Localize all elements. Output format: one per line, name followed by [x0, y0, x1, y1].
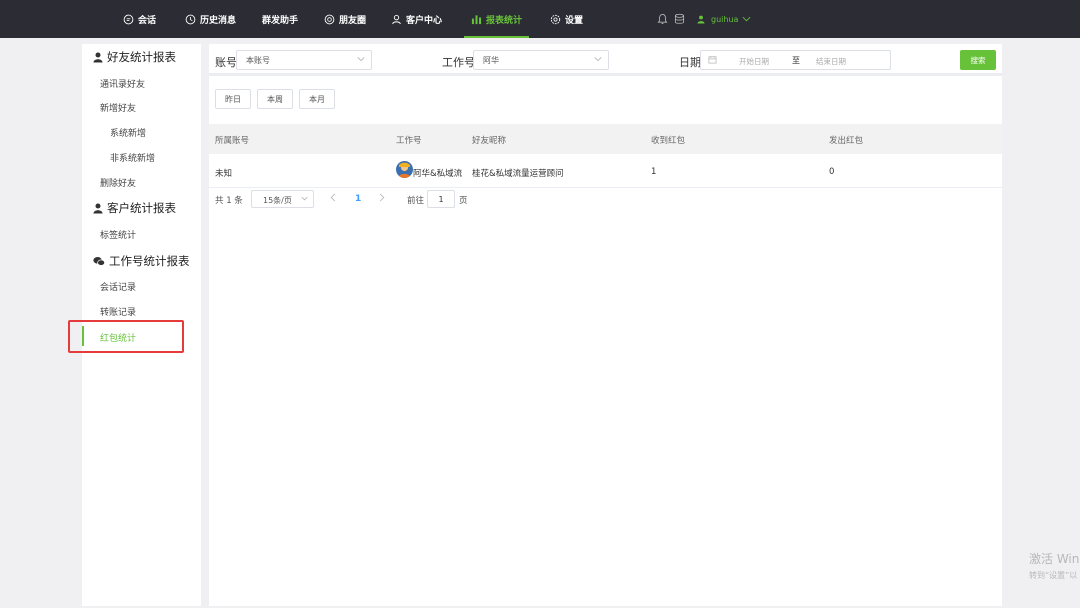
nav-item-moments[interactable]: 朋友圈	[324, 0, 366, 38]
date-range-picker[interactable]: 开始日期 至 结束日期	[700, 50, 891, 70]
prev-page-icon[interactable]	[330, 193, 336, 202]
quick-range-yesterday-button[interactable]: 昨日	[215, 89, 251, 109]
sidebar-group-title: 工作号统计报表	[109, 254, 190, 268]
quick-range-this-month-button[interactable]: 本月	[299, 89, 335, 109]
moments-icon	[324, 14, 335, 25]
database-icon[interactable]	[672, 12, 686, 26]
avatar	[396, 161, 413, 178]
account-select[interactable]: 本账号	[236, 50, 372, 70]
sidebar-item-new-friends[interactable]: 新增好友	[100, 101, 136, 114]
search-button[interactable]: 搜索	[960, 50, 996, 70]
wechat-icon	[93, 256, 105, 267]
cell-account: 未知	[215, 169, 233, 179]
column-header-work-account: 工作号	[396, 136, 422, 146]
bar-chart-icon	[471, 14, 482, 25]
goto-label: 前往	[407, 196, 425, 206]
nav-item-customer-center[interactable]: 客户中心	[391, 0, 442, 38]
quick-range-this-week-button[interactable]: 本周	[257, 89, 293, 109]
filter-bar: 账号 本账号 工作号 阿华 日期 开始日期 至 结束日期 搜索	[209, 44, 1002, 76]
chat-icon	[123, 14, 134, 25]
nav-item-label: 群发助手	[262, 15, 299, 26]
cell-sent-red-packets: 0	[829, 167, 835, 177]
top-nav-bar: 会话 历史消息 群发助手 朋友圈 客户中心 报表统计 设置 guihua	[0, 0, 1080, 38]
sidebar-group-title: 好友统计报表	[107, 50, 176, 64]
nav-item-chat[interactable]: 会话	[123, 0, 156, 38]
work-account-select[interactable]: 阿华	[473, 50, 609, 70]
active-indicator	[82, 326, 84, 346]
table-row: 未知 阿华&私域流 桂花&私域流量运营顾问 1 0	[209, 154, 1002, 188]
main-panel: 账号 本账号 工作号 阿华 日期 开始日期 至 结束日期 搜索 昨日 本周 本月	[209, 44, 1002, 606]
bell-icon[interactable]	[655, 12, 669, 26]
sidebar-group-friend-stats[interactable]: 好友统计报表	[93, 49, 176, 65]
column-header-received-red-packets: 收到红包	[651, 136, 686, 146]
sidebar-item-tag-stats[interactable]: 标签统计	[100, 228, 136, 241]
nav-item-label: 历史消息	[200, 15, 237, 26]
watermark-line-2: 转到“设置”以	[1029, 571, 1078, 580]
user-icon	[93, 203, 103, 214]
sidebar-item-contacts-friends[interactable]: 通讯录好友	[100, 77, 145, 90]
cell-friend-nickname: 桂花&私域流量运营顾问	[472, 169, 564, 179]
column-header-sent-red-packets: 发出红包	[829, 136, 864, 146]
sidebar-item-transfer-records[interactable]: 转账记录	[100, 305, 136, 318]
pagination: 共 1 条 15条/页 1 前往 1 页	[209, 189, 1002, 209]
pagination-total: 共 1 条	[215, 196, 243, 206]
page-size-value: 15条/页	[263, 196, 292, 205]
chevron-down-icon	[594, 56, 602, 62]
user-name: guihua	[711, 14, 739, 24]
nav-item-reports[interactable]: 报表统计	[463, 0, 530, 38]
user-icon	[93, 52, 103, 63]
clock-icon	[185, 14, 196, 25]
next-page-icon[interactable]	[379, 193, 385, 202]
chevron-down-icon	[357, 56, 365, 62]
chevron-down-icon	[301, 196, 308, 201]
nav-item-label: 设置	[565, 15, 584, 26]
user-icon	[697, 15, 705, 24]
nav-item-broadcast[interactable]: 群发助手	[262, 0, 298, 38]
account-select-value: 本账号	[246, 56, 270, 65]
cell-received-red-packets: 1	[651, 167, 657, 177]
nav-item-history[interactable]: 历史消息	[185, 0, 236, 38]
nav-item-label: 朋友圈	[339, 15, 367, 26]
windows-activation-watermark: 激活 Win 转到“设置”以	[1029, 550, 1079, 581]
sidebar-group-title: 客户统计报表	[107, 201, 176, 215]
work-account-label: 工作号	[442, 56, 475, 69]
nav-item-label: 会话	[138, 15, 157, 26]
column-header-friend-nickname: 好友昵称	[472, 136, 507, 146]
date-start-input[interactable]: 开始日期	[739, 56, 769, 67]
user-icon	[391, 14, 402, 25]
calendar-icon	[708, 55, 717, 64]
work-account-select-value: 阿华	[483, 56, 499, 65]
sidebar-group-customer-stats[interactable]: 客户统计报表	[93, 200, 176, 216]
date-end-input[interactable]: 结束日期	[816, 56, 846, 67]
sidebar-item-system-added[interactable]: 系统新增	[110, 126, 146, 139]
account-label: 账号	[215, 56, 237, 69]
table-header: 所属账号 工作号 好友昵称 收到红包 发出红包	[209, 124, 1002, 154]
date-label: 日期	[679, 56, 701, 69]
nav-item-settings[interactable]: 设置	[550, 0, 583, 38]
nav-item-label: 报表统计	[486, 15, 523, 26]
column-header-account: 所属账号	[215, 136, 250, 146]
nav-item-label: 客户中心	[406, 15, 443, 26]
watermark-line-1: 激活 Win	[1029, 552, 1080, 566]
page-unit-label: 页	[459, 196, 468, 206]
sidebar-item-label: 红包统计	[100, 334, 137, 344]
sidebar-item-non-system-added[interactable]: 非系统新增	[110, 151, 155, 164]
sidebar-item-red-packet-stats[interactable]: 红包统计	[82, 326, 201, 346]
cell-work-account: 阿华&私域流	[413, 169, 463, 179]
sidebar-item-chat-records[interactable]: 会话记录	[100, 280, 136, 293]
chevron-down-icon	[742, 16, 751, 22]
sidebar-group-work-account-stats[interactable]: 工作号统计报表	[93, 253, 190, 269]
sidebar-item-deleted-friends[interactable]: 删除好友	[100, 176, 136, 189]
goto-page-input[interactable]: 1	[427, 190, 455, 208]
user-menu[interactable]: guihua	[697, 0, 751, 38]
current-page[interactable]: 1	[355, 194, 361, 204]
sidebar: 好友统计报表 通讯录好友 新增好友 系统新增 非系统新增 删除好友 客户统计报表…	[82, 44, 201, 606]
page-size-select[interactable]: 15条/页	[251, 190, 314, 208]
gear-icon	[550, 14, 561, 25]
date-separator: 至	[792, 56, 800, 65]
